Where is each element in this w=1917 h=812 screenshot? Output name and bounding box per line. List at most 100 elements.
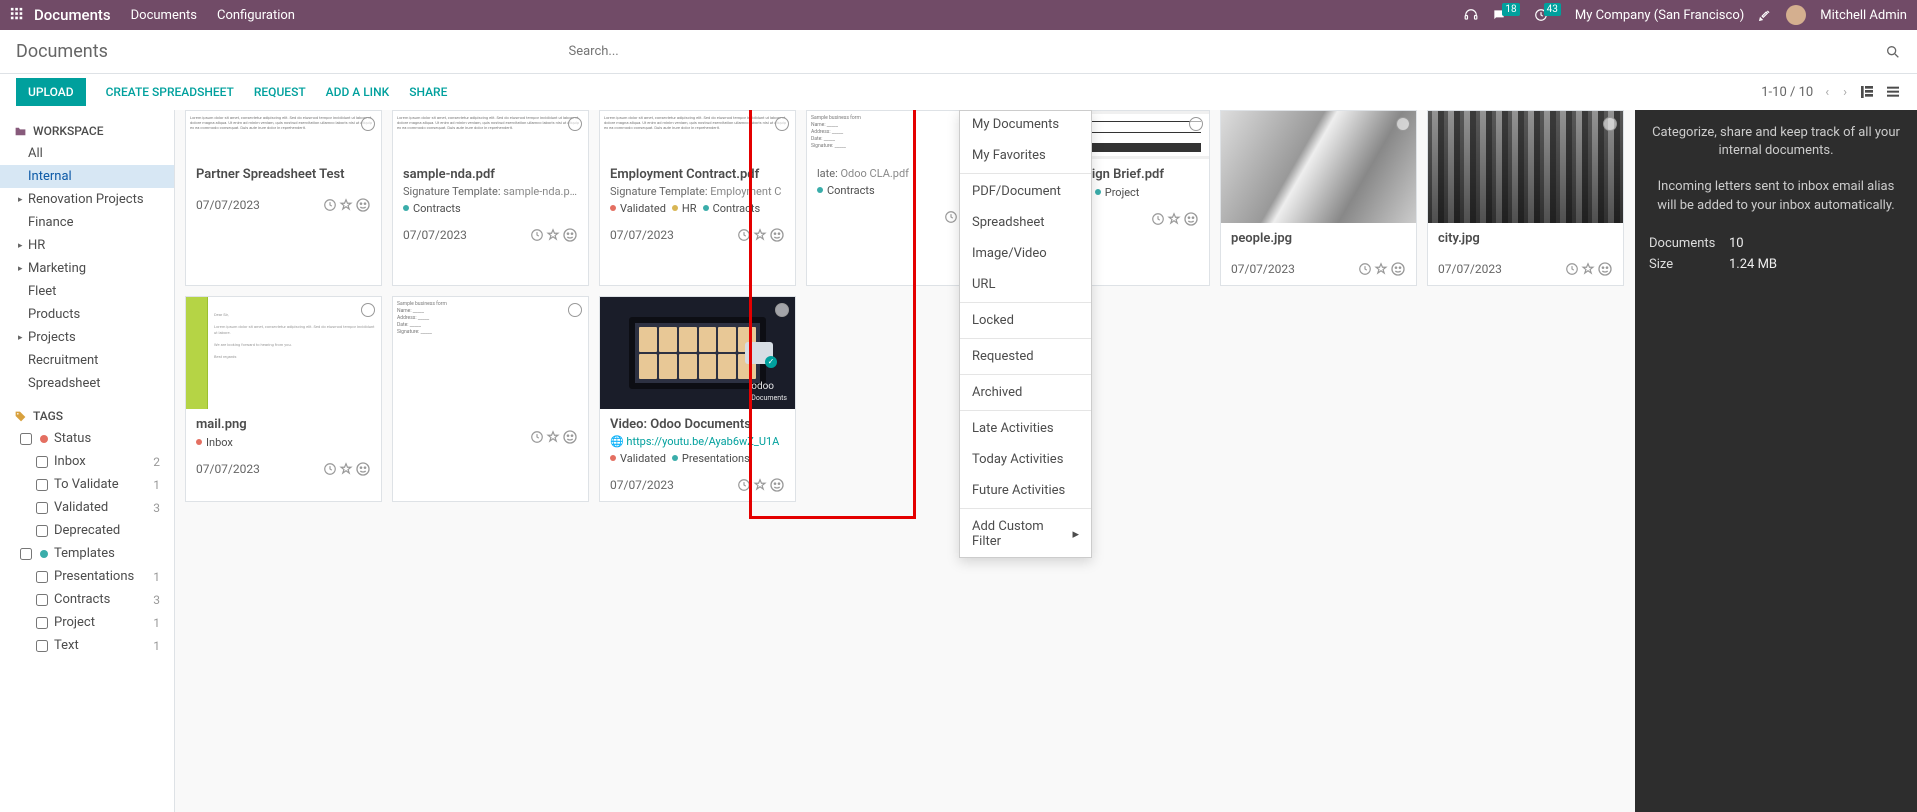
clock-icon[interactable] — [944, 210, 958, 224]
face-icon[interactable] — [1390, 261, 1406, 277]
sidebar-item-marketing[interactable]: ▸Marketing — [0, 257, 174, 280]
card-thumbnail[interactable]: Lorem ipsum dolor sit amet, consectetur … — [186, 111, 381, 159]
checkbox[interactable] — [20, 433, 32, 445]
face-icon[interactable] — [562, 227, 578, 243]
select-circle[interactable] — [1396, 117, 1410, 131]
app-title[interactable]: Documents — [34, 6, 111, 24]
clock-icon[interactable] — [1565, 262, 1579, 276]
checkbox[interactable] — [36, 456, 48, 468]
filter-pdf-document[interactable]: PDF/Document — [960, 176, 1091, 207]
select-circle[interactable] — [361, 303, 375, 317]
face-icon[interactable] — [355, 461, 371, 477]
view-kanban-icon[interactable] — [1859, 84, 1875, 100]
pager-next[interactable]: › — [1841, 85, 1849, 100]
activities-icon[interactable]: 43 — [1534, 8, 1561, 22]
add-link-button[interactable]: ADD A LINK — [326, 85, 390, 99]
filter-locked[interactable]: Locked — [960, 305, 1091, 336]
sidebar-item-internal[interactable]: Internal — [0, 165, 174, 188]
select-circle[interactable] — [361, 117, 375, 131]
pager[interactable]: 1-10 / 10 — [1761, 85, 1813, 100]
star-icon[interactable] — [339, 198, 353, 212]
sidebar-item-hr[interactable]: ▸HR — [0, 234, 174, 257]
sidebar-item-fleet[interactable]: Fleet — [0, 280, 174, 303]
card-thumbnail[interactable]: Lorem ipsum dolor sit amet, consectetur … — [600, 111, 795, 159]
create-spreadsheet-button[interactable]: CREATE SPREADSHEET — [106, 85, 234, 99]
star-icon[interactable] — [339, 462, 353, 476]
star-icon[interactable] — [1374, 262, 1388, 276]
document-card[interactable]: Dear Sir,Lorem ipsum dolor sit amet, con… — [185, 296, 382, 502]
company-switcher[interactable]: My Company (San Francisco) — [1575, 8, 1744, 23]
upload-button[interactable]: UPLOAD — [16, 78, 86, 106]
tag-item-deprecated[interactable]: Deprecated — [0, 519, 174, 542]
filter-spreadsheet[interactable]: Spreadsheet — [960, 207, 1091, 238]
headset-icon[interactable] — [1464, 8, 1478, 22]
document-card[interactable]: city.jpg07/07/2023 — [1427, 110, 1624, 286]
menu-configuration[interactable]: Configuration — [217, 8, 295, 23]
search-input[interactable] — [569, 38, 1349, 65]
document-card[interactable]: Lorem ipsum dolor sit amet, consectetur … — [392, 110, 589, 286]
document-card[interactable]: Sample business formName: _____Address: … — [392, 296, 589, 502]
document-card[interactable]: people.jpg07/07/2023 — [1220, 110, 1417, 286]
debug-icon[interactable] — [1758, 8, 1772, 22]
share-button[interactable]: SHARE — [409, 85, 447, 99]
star-icon[interactable] — [753, 478, 767, 492]
card-thumbnail[interactable]: Sample business formName: _____Address: … — [393, 297, 588, 409]
clock-icon[interactable] — [1358, 262, 1372, 276]
clock-icon[interactable] — [323, 462, 337, 476]
tag-item-text[interactable]: Text1 — [0, 634, 174, 657]
sidebar-item-projects[interactable]: ▸Projects — [0, 326, 174, 349]
document-card[interactable]: Lorem ipsum dolor sit amet, consectetur … — [599, 110, 796, 286]
filter-requested[interactable]: Requested — [960, 341, 1091, 372]
sidebar-item-products[interactable]: Products — [0, 303, 174, 326]
select-circle[interactable] — [568, 303, 582, 317]
clock-icon[interactable] — [737, 478, 751, 492]
filter-late-activities[interactable]: Late Activities — [960, 413, 1091, 444]
avatar[interactable] — [1786, 5, 1806, 25]
face-icon[interactable] — [355, 197, 371, 213]
checkbox[interactable] — [20, 548, 32, 560]
face-icon[interactable] — [1597, 261, 1613, 277]
menu-documents[interactable]: Documents — [131, 8, 197, 23]
checkbox[interactable] — [36, 525, 48, 537]
sidebar-item-all[interactable]: All — [0, 142, 174, 165]
checkbox[interactable] — [36, 571, 48, 583]
pager-prev[interactable]: ‹ — [1823, 85, 1831, 100]
star-icon[interactable] — [1581, 262, 1595, 276]
card-thumbnail[interactable] — [1428, 111, 1623, 223]
filter-my-documents[interactable]: My Documents — [960, 110, 1091, 140]
tag-item-contracts[interactable]: Contracts3 — [0, 588, 174, 611]
face-icon[interactable] — [769, 477, 785, 493]
select-circle[interactable] — [1603, 117, 1617, 131]
select-circle[interactable] — [1189, 117, 1203, 131]
sidebar-item-spreadsheet[interactable]: Spreadsheet — [0, 372, 174, 395]
select-circle[interactable] — [775, 117, 789, 131]
card-thumbnail[interactable]: Lorem ipsum dolor sit amet, consectetur … — [393, 111, 588, 159]
filter-image-video[interactable]: Image/Video — [960, 238, 1091, 269]
checkbox[interactable] — [36, 502, 48, 514]
clock-icon[interactable] — [530, 228, 544, 242]
document-card[interactable]: Lorem ipsum dolor sit amet, consectetur … — [185, 110, 382, 286]
star-icon[interactable] — [546, 228, 560, 242]
clock-icon[interactable] — [323, 198, 337, 212]
request-button[interactable]: REQUEST — [254, 85, 306, 99]
sidebar-item-renovation-projects[interactable]: ▸Renovation Projects — [0, 188, 174, 211]
face-icon[interactable] — [1183, 211, 1199, 227]
select-circle[interactable] — [568, 117, 582, 131]
checkbox[interactable] — [36, 640, 48, 652]
tag-item-to-validate[interactable]: To Validate1 — [0, 473, 174, 496]
card-thumbnail[interactable]: odooDocuments — [600, 297, 795, 409]
filter-future-activities[interactable]: Future Activities — [960, 475, 1091, 506]
star-icon[interactable] — [753, 228, 767, 242]
tag-group-status[interactable]: Status — [0, 427, 174, 450]
sidebar-item-finance[interactable]: Finance — [0, 211, 174, 234]
user-name[interactable]: Mitchell Admin — [1820, 8, 1907, 23]
sidebar-item-recruitment[interactable]: Recruitment — [0, 349, 174, 372]
card-thumbnail[interactable]: Dear Sir,Lorem ipsum dolor sit amet, con… — [186, 297, 381, 409]
checkbox[interactable] — [36, 617, 48, 629]
document-card[interactable]: odooDocumentsVideo: Odoo Documents🌐 http… — [599, 296, 796, 502]
apps-icon[interactable] — [10, 7, 26, 23]
tag-item-presentations[interactable]: Presentations1 — [0, 565, 174, 588]
search-icon[interactable] — [1885, 44, 1901, 60]
select-circle[interactable] — [775, 303, 789, 317]
tag-item-project[interactable]: Project1 — [0, 611, 174, 634]
